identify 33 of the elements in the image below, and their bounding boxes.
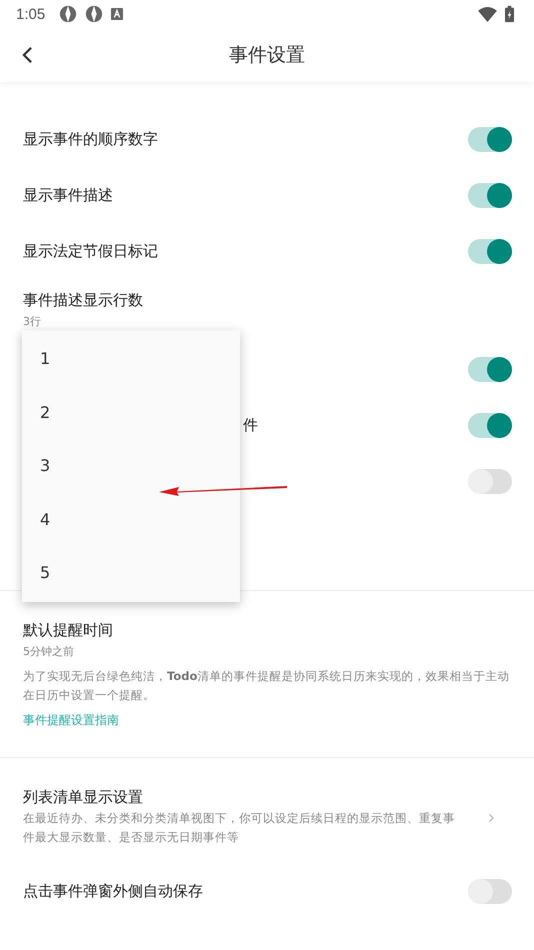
keyboard-icon — [111, 8, 124, 20]
setting-label: 事件描述显示行数 — [23, 291, 143, 310]
screen-title: 事件设置 — [229, 43, 305, 68]
menu-item[interactable]: 3 — [22, 439, 240, 492]
setting-description: 在最近待办、未分类和分类清单视图下，你可以设定后续日程的显示范围、重复事件最大显示数量、是否显示无日期事件等 — [23, 810, 456, 846]
aperture-icon — [85, 5, 104, 23]
setting-value: 3行 — [23, 314, 41, 329]
setting-label: 默认提醒时间 — [23, 621, 113, 640]
toggle-switch[interactable] — [468, 878, 512, 904]
back-icon[interactable] — [22, 46, 33, 64]
toggle-switch[interactable] — [468, 468, 512, 494]
menu-item[interactable]: 5 — [22, 546, 240, 600]
setting-description: 为了实现无后台绿色纯洁，Todo清单的事件提醒是协同系统日历来实现的，效果相当于主动在日历中设置一个提醒。 — [23, 668, 510, 704]
menu-item[interactable]: 2 — [22, 386, 240, 439]
toggle-switch[interactable] — [468, 126, 512, 152]
toggle-switch[interactable] — [468, 412, 512, 438]
battery-icon — [505, 5, 514, 23]
setting-label: 显示法定节假日标记 — [23, 242, 158, 260]
clock: 1:05 — [16, 6, 46, 22]
setting-label: 点击事件弹窗外侧自动保存 — [23, 882, 203, 900]
toggle-switch[interactable] — [468, 238, 512, 264]
wifi-icon — [478, 6, 497, 22]
setting-label: 件 — [243, 416, 258, 434]
setting-label: 列表清单显示设置 — [23, 788, 143, 807]
setting-value: 5分钟之前 — [23, 644, 74, 659]
menu-item[interactable]: 4 — [22, 492, 240, 546]
menu-item[interactable]: 1 — [22, 332, 240, 386]
toggle-switch[interactable] — [468, 356, 512, 382]
aperture-icon — [59, 5, 78, 23]
toggle-switch[interactable] — [468, 182, 512, 208]
setting-label: 显示事件描述 — [23, 186, 113, 204]
chevron-right-icon — [489, 812, 494, 824]
setting-label: 显示事件的顺序数字 — [23, 130, 158, 148]
